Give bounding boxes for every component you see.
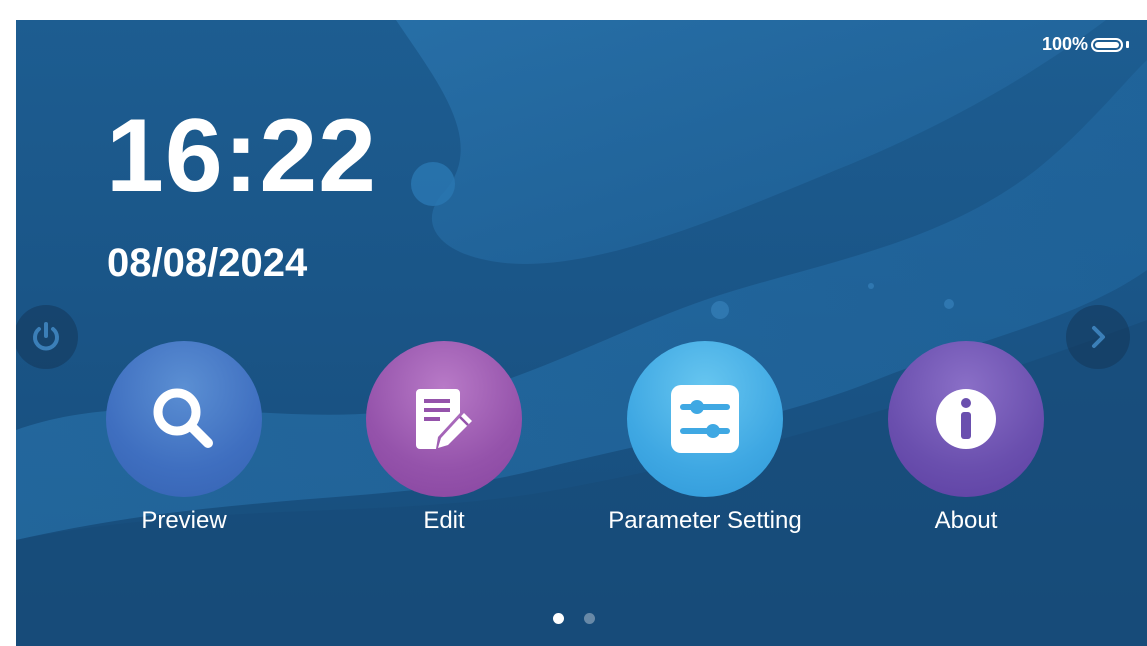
- app-parameter-setting[interactable]: Parameter Setting: [595, 341, 815, 533]
- power-icon: [33, 322, 59, 351]
- power-button[interactable]: [16, 305, 78, 369]
- app-label-parameter-setting: Parameter Setting: [608, 507, 802, 534]
- page-dot-1[interactable]: [553, 613, 564, 624]
- app-edit[interactable]: Edit: [334, 341, 554, 533]
- chevron-right-icon: [1092, 326, 1105, 348]
- sliders-icon: [671, 385, 739, 453]
- page-indicator: [553, 613, 595, 624]
- preview-icon-circle[interactable]: [106, 341, 262, 497]
- page-dot-2[interactable]: [584, 613, 595, 624]
- app-label-edit: Edit: [423, 507, 465, 534]
- status-bar: 100%: [1042, 34, 1129, 55]
- edit-document-icon: [416, 389, 472, 449]
- clock-time: 16:22: [106, 98, 377, 214]
- battery-icon: [1091, 37, 1123, 52]
- app-about[interactable]: About: [856, 341, 1076, 533]
- about-icon-circle[interactable]: [888, 341, 1044, 497]
- app-label-about: About: [934, 507, 998, 534]
- app-preview[interactable]: Preview: [74, 341, 294, 533]
- edit-icon-circle[interactable]: [366, 341, 522, 497]
- search-icon: [153, 388, 213, 448]
- parameter-setting-icon-circle[interactable]: [627, 341, 783, 497]
- battery-tip: [1126, 41, 1129, 48]
- battery-percentage: 100%: [1041, 34, 1088, 54]
- app-label-preview: Preview: [141, 507, 227, 534]
- home-screen: 100% 16:22 08/08/2024 Preview Edit Param…: [16, 20, 1147, 646]
- info-icon: [936, 389, 996, 449]
- clock-date: 08/08/2024: [107, 241, 308, 285]
